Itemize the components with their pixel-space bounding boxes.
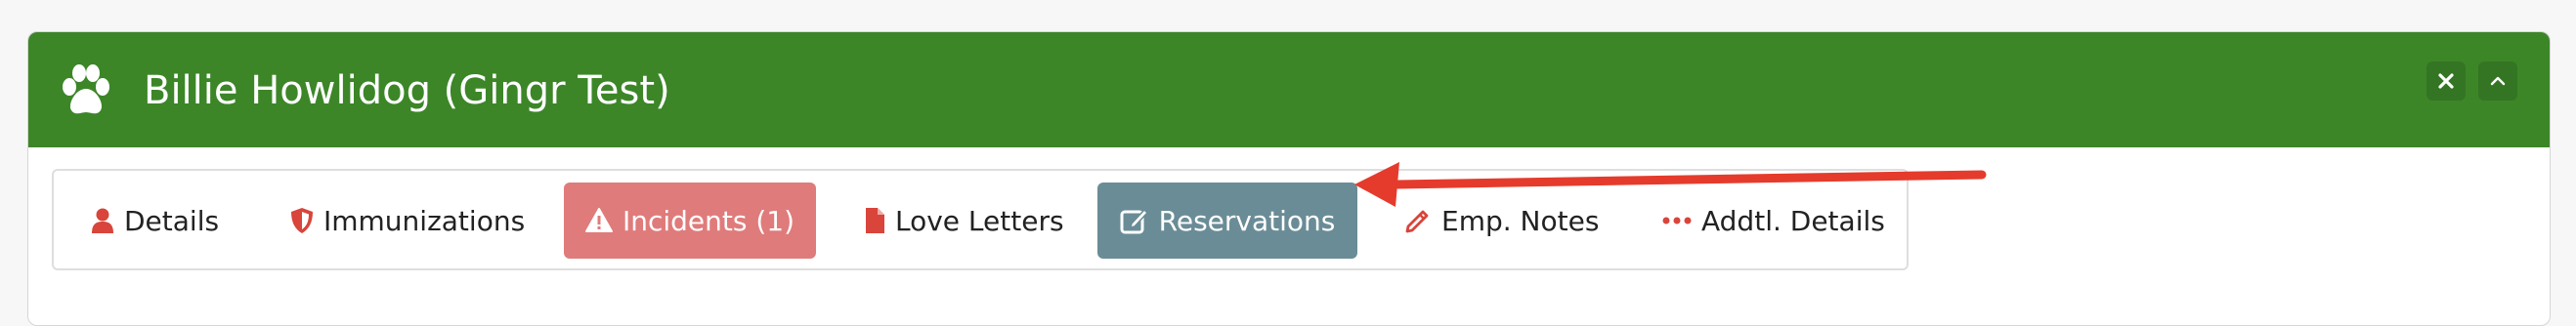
ellipsis-icon bbox=[1662, 216, 1692, 225]
close-button[interactable] bbox=[2426, 61, 2466, 101]
tab-label: Incidents (1) bbox=[622, 204, 795, 237]
tab-reservations[interactable]: Reservations bbox=[1097, 183, 1357, 259]
panel-header: Billie Howlidog (Gingr Test) bbox=[28, 32, 2550, 147]
close-icon bbox=[2438, 73, 2454, 89]
tab-immunizations[interactable]: Immunizations bbox=[290, 183, 525, 259]
tab-label: Addtl. Details bbox=[1701, 204, 1885, 237]
pet-panel: Billie Howlidog (Gingr Test) Details Imm… bbox=[27, 31, 2551, 326]
tab-incidents[interactable]: Incidents (1) bbox=[564, 183, 816, 259]
tab-label: Details bbox=[124, 204, 220, 237]
user-icon bbox=[91, 207, 114, 234]
chevron-up-icon bbox=[2490, 76, 2506, 86]
file-icon bbox=[864, 207, 885, 234]
tab-details[interactable]: Details bbox=[91, 183, 219, 259]
tab-bar: Details Immunizations Incidents (1) Love… bbox=[52, 169, 1909, 270]
paw-icon bbox=[56, 61, 114, 120]
edit-icon bbox=[1120, 207, 1149, 234]
page-title: Billie Howlidog (Gingr Test) bbox=[144, 68, 670, 113]
tab-love-letters[interactable]: Love Letters bbox=[864, 183, 1064, 259]
tab-emp-notes[interactable]: Emp. Notes bbox=[1404, 183, 1599, 259]
tab-label: Reservations bbox=[1158, 204, 1336, 237]
tab-label: Emp. Notes bbox=[1441, 204, 1600, 237]
pencil-icon bbox=[1404, 207, 1432, 234]
tab-label: Immunizations bbox=[323, 204, 526, 237]
shield-icon bbox=[290, 207, 314, 234]
warning-icon bbox=[584, 208, 613, 233]
collapse-button[interactable] bbox=[2478, 61, 2517, 101]
tab-addtl-details[interactable]: Addtl. Details bbox=[1662, 183, 1885, 259]
tab-label: Love Letters bbox=[895, 204, 1064, 237]
